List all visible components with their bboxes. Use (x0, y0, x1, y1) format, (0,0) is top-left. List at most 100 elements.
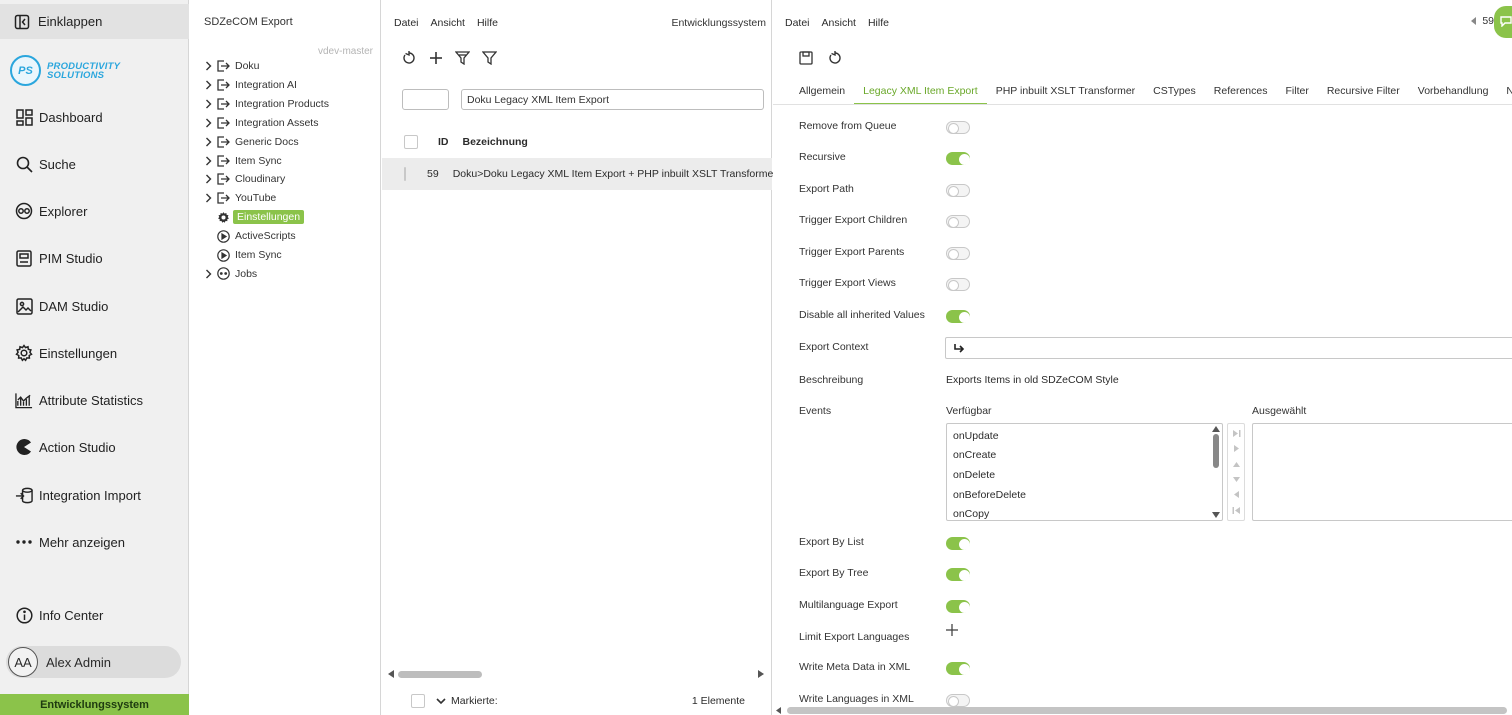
col-id-header[interactable]: ID (438, 136, 449, 148)
add-language-button[interactable] (946, 624, 958, 638)
menu-ansicht[interactable]: Ansicht (431, 17, 465, 29)
menu-hilfe[interactable]: Hilfe (477, 17, 498, 29)
tree-node[interactable]: ActiveScripts (202, 227, 296, 245)
move-all-right-button[interactable] (1230, 428, 1242, 440)
chevron-right-icon[interactable] (202, 99, 214, 109)
move-down-button[interactable] (1230, 474, 1242, 486)
available-events-list[interactable]: onUpdate onCreate onDelete onBeforeDelete on… (946, 423, 1223, 521)
list-item[interactable]: onUpdate (947, 426, 1222, 446)
tree-node[interactable]: Integration Products (202, 95, 329, 113)
move-right-button[interactable] (1230, 443, 1242, 455)
tab-vorbehandlung[interactable]: Vorbehandlung (1409, 80, 1498, 104)
property-toggle[interactable] (946, 600, 970, 613)
tree-node[interactable]: Cloudinary (202, 170, 285, 188)
chevron-right-icon[interactable] (202, 80, 214, 90)
menu-ansicht[interactable]: Ansicht (822, 17, 856, 29)
detail-horizontal-scrollbar[interactable] (773, 706, 1512, 715)
menu-datei[interactable]: Datei (785, 17, 810, 29)
move-left-button[interactable] (1230, 489, 1242, 501)
scroll-thumb[interactable] (787, 707, 1507, 714)
list-horizontal-scrollbar[interactable] (388, 668, 768, 680)
nav-item-integration-import[interactable]: Integration Import (0, 478, 189, 512)
property-toggle[interactable] (946, 247, 970, 260)
collapse-nav-button[interactable]: Einklappen (0, 4, 189, 39)
chevron-right-icon[interactable] (202, 193, 214, 203)
filter-settings-button[interactable] (454, 49, 471, 66)
chevron-down-icon[interactable] (436, 697, 446, 705)
tab-legacy-xml-item-export[interactable]: Legacy XML Item Export (854, 80, 987, 104)
nav-item-info-center[interactable]: Info Center (0, 598, 189, 632)
tree-node[interactable]: YouTube (202, 189, 276, 207)
move-up-button[interactable] (1230, 458, 1242, 470)
menu-hilfe[interactable]: Hilfe (868, 17, 889, 29)
selected-events-list[interactable] (1252, 423, 1512, 521)
move-all-left-button[interactable] (1230, 504, 1242, 516)
tab-php-inbuilt-xslt-transformer[interactable]: PHP inbuilt XSLT Transformer (987, 80, 1144, 104)
filter-button[interactable] (481, 49, 498, 66)
chevron-right-icon[interactable] (202, 61, 214, 71)
tree-node[interactable]: Einstellungen (202, 208, 305, 226)
row-checkbox[interactable] (404, 167, 406, 181)
tab-nachbe[interactable]: Nachbe (1497, 80, 1512, 104)
nav-item-einstellungen[interactable]: Einstellungen (0, 336, 189, 370)
nav-item-dam-studio[interactable]: DAM Studio (0, 289, 189, 323)
nav-item-dashboard[interactable]: Dashboard (0, 100, 189, 134)
refresh-button[interactable] (826, 49, 843, 66)
tree-node[interactable]: Item Sync (202, 246, 282, 264)
nav-item-mehr-anzeigen[interactable]: Mehr anzeigen (0, 525, 189, 559)
tree-node[interactable]: Integration AI (202, 76, 297, 94)
chevron-right-icon[interactable] (202, 118, 214, 128)
chevron-right-icon[interactable] (202, 269, 214, 279)
save-button[interactable] (797, 49, 814, 66)
chat-button[interactable] (1494, 6, 1512, 38)
tree-node[interactable]: Integration Assets (202, 114, 318, 132)
nav-item-explorer[interactable]: Explorer (0, 194, 189, 228)
menu-datei[interactable]: Datei (394, 17, 419, 29)
nav-item-search[interactable]: Suche (0, 147, 189, 181)
tree-node[interactable]: Doku (202, 57, 260, 75)
scroll-thumb[interactable] (398, 671, 482, 678)
export-context-field[interactable] (945, 337, 1512, 359)
tree-node[interactable]: Jobs (202, 265, 257, 283)
productivity-solutions-logo[interactable]: PS PRODUCTIVITY SOLUTIONS (10, 55, 120, 86)
chevron-right-icon[interactable] (202, 137, 214, 147)
property-toggle[interactable] (946, 152, 970, 165)
property-toggle[interactable] (946, 537, 970, 550)
list-item[interactable]: onBeforeDelete (947, 485, 1222, 505)
tab-cstypes[interactable]: CSTypes (1144, 80, 1205, 104)
table-row[interactable]: 59 Doku>Doku Legacy XML Item Export + PH… (382, 158, 777, 190)
id-filter-input[interactable] (402, 89, 449, 110)
tab-recursive-filter[interactable]: Recursive Filter (1318, 80, 1409, 104)
property-toggle[interactable] (946, 568, 970, 581)
list-item[interactable]: onDelete (947, 465, 1222, 485)
tab-allgemein[interactable]: Allgemein (790, 80, 854, 104)
nav-item-pim-studio[interactable]: PIM Studio (0, 241, 189, 275)
chevron-right-icon[interactable] (202, 156, 214, 166)
add-button[interactable] (427, 49, 444, 66)
name-filter-input[interactable] (461, 89, 764, 110)
events-scrollbar[interactable] (1212, 426, 1220, 518)
property-label: Export By List (799, 536, 864, 548)
select-all-checkbox[interactable] (404, 135, 418, 149)
property-toggle[interactable] (946, 662, 970, 675)
list-item[interactable]: onCopy (947, 504, 1222, 520)
property-toggle[interactable] (946, 215, 970, 228)
chevron-right-icon[interactable] (202, 174, 214, 184)
tab-references[interactable]: References (1205, 80, 1277, 104)
property-toggle[interactable] (946, 184, 970, 197)
nav-item-attribute-statistics[interactable]: Attribute Statistics (0, 383, 189, 417)
tree-node[interactable]: Item Sync (202, 152, 282, 170)
tab-filter[interactable]: Filter (1276, 80, 1317, 104)
property-toggle[interactable] (946, 310, 970, 323)
col-name-header[interactable]: Bezeichnung (463, 136, 528, 148)
scroll-thumb[interactable] (1213, 434, 1219, 468)
property-toggle[interactable] (946, 278, 970, 291)
list-item[interactable]: onCreate (947, 446, 1222, 466)
previous-record-icon[interactable] (1471, 17, 1477, 25)
refresh-button[interactable] (400, 49, 417, 66)
property-toggle[interactable] (946, 121, 970, 134)
nav-item-action-studio[interactable]: Action Studio (0, 430, 189, 464)
tree-node[interactable]: Generic Docs (202, 133, 299, 151)
footer-checkbox[interactable] (411, 694, 425, 708)
user-menu[interactable]: AA Alex Admin (6, 646, 181, 678)
